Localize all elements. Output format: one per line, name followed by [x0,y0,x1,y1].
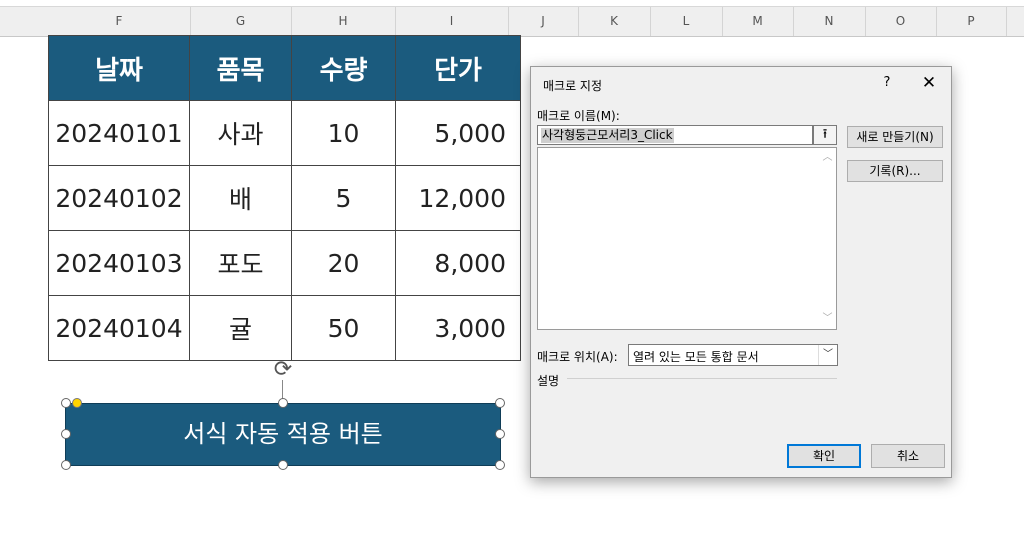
macro-list[interactable]: ︿ ﹀ [537,147,837,330]
cell-item[interactable]: 배 [189,165,292,231]
resize-handle-top-right[interactable] [495,398,505,408]
header-item[interactable]: 품목 [189,35,292,101]
header-price[interactable]: 단가 [395,35,521,101]
resize-handle-left[interactable] [61,429,71,439]
header-quantity[interactable]: 수량 [291,35,396,101]
macro-name-input[interactable]: 사각형둥근모서리3_Click [537,125,813,145]
macro-name-value: 사각형둥근모서리3_Click [541,128,674,143]
macro-name-label: 매크로 이름(M): [537,109,620,123]
column-header-h[interactable]: H [291,7,396,36]
description-label: 설명 [537,374,560,388]
macro-list-scrollbar[interactable]: ︿ ﹀ [819,148,836,329]
column-header-f[interactable]: F [48,7,191,36]
column-header-j[interactable]: J [508,7,579,36]
scroll-down-icon[interactable]: ﹀ [821,312,834,326]
column-header-k[interactable]: K [578,7,651,36]
header-date[interactable]: 날짜 [48,35,190,101]
macro-location-label: 매크로 위치(A): [537,350,618,364]
record-macro-button[interactable]: 기록(R)... [847,160,943,182]
resize-handle-bottom-right[interactable] [495,460,505,470]
cell-price[interactable]: 12,000 [395,165,521,231]
table-header-row: 날짜 품목 수량 단가 [48,35,521,101]
cell-price[interactable]: 3,000 [395,295,521,361]
column-header-l[interactable]: L [650,7,723,36]
table-row: 20240104 귤 50 3,000 [48,295,521,361]
macro-shape-button[interactable]: 서식 자동 적용 버튼 [65,403,501,466]
cell-item[interactable]: 사과 [189,100,292,166]
cell-price[interactable]: 5,000 [395,100,521,166]
macro-location-select[interactable]: 열려 있는 모든 통합 문서 ﹀ [628,344,838,366]
cell-date[interactable]: 20240102 [48,165,190,231]
table-row: 20240103 포도 20 8,000 [48,230,521,296]
resize-handle-right[interactable] [495,429,505,439]
resize-handle-top[interactable] [278,398,288,408]
column-header-m[interactable]: M [722,7,794,36]
column-header-o[interactable]: O [865,7,937,36]
chevron-down-icon[interactable]: ﹀ [818,345,837,365]
rotate-handle-icon[interactable]: ⟳ [271,358,295,382]
resize-handle-top-left[interactable] [61,398,71,408]
table-row: 20240102 배 5 12,000 [48,165,521,231]
close-icon[interactable]: ✕ [917,72,941,94]
cell-quantity[interactable]: 10 [291,100,396,166]
scroll-up-icon[interactable]: ︿ [821,151,834,165]
cancel-button[interactable]: 취소 [871,444,945,468]
table-row: 20240101 사과 10 5,000 [48,100,521,166]
cell-date[interactable]: 20240101 [48,100,190,166]
collapse-dialog-button[interactable]: ⭱ [813,125,837,145]
dialog-title: 매크로 지정 [543,79,603,93]
help-icon[interactable]: ? [877,73,897,93]
cell-item[interactable]: 포도 [189,230,292,296]
cell-quantity[interactable]: 50 [291,295,396,361]
cell-quantity[interactable]: 20 [291,230,396,296]
cell-quantity[interactable]: 5 [291,165,396,231]
cell-price[interactable]: 8,000 [395,230,521,296]
resize-handle-bottom[interactable] [278,460,288,470]
ok-button[interactable]: 확인 [787,444,861,468]
description-divider [567,378,837,379]
new-macro-button[interactable]: 새로 만들기(N) [847,126,943,148]
resize-handle-bottom-left[interactable] [61,460,71,470]
cell-date[interactable]: 20240103 [48,230,190,296]
data-table: 날짜 품목 수량 단가 20240101 사과 10 5,000 2024010… [48,35,521,361]
column-header-bar: F G H I J K L M N O P [0,6,1024,37]
column-header-p[interactable]: P [936,7,1007,36]
cell-date[interactable]: 20240104 [48,295,190,361]
column-header-g[interactable]: G [190,7,292,36]
macro-location-value: 열려 있는 모든 통합 문서 [633,350,759,364]
shape-adjust-handle[interactable] [72,398,82,408]
column-header-i[interactable]: I [395,7,509,36]
cell-item[interactable]: 귤 [189,295,292,361]
assign-macro-dialog: 매크로 지정 ? ✕ 매크로 이름(M): 사각형둥근모서리3_Click ⭱ … [530,66,952,478]
column-header-n[interactable]: N [793,7,866,36]
